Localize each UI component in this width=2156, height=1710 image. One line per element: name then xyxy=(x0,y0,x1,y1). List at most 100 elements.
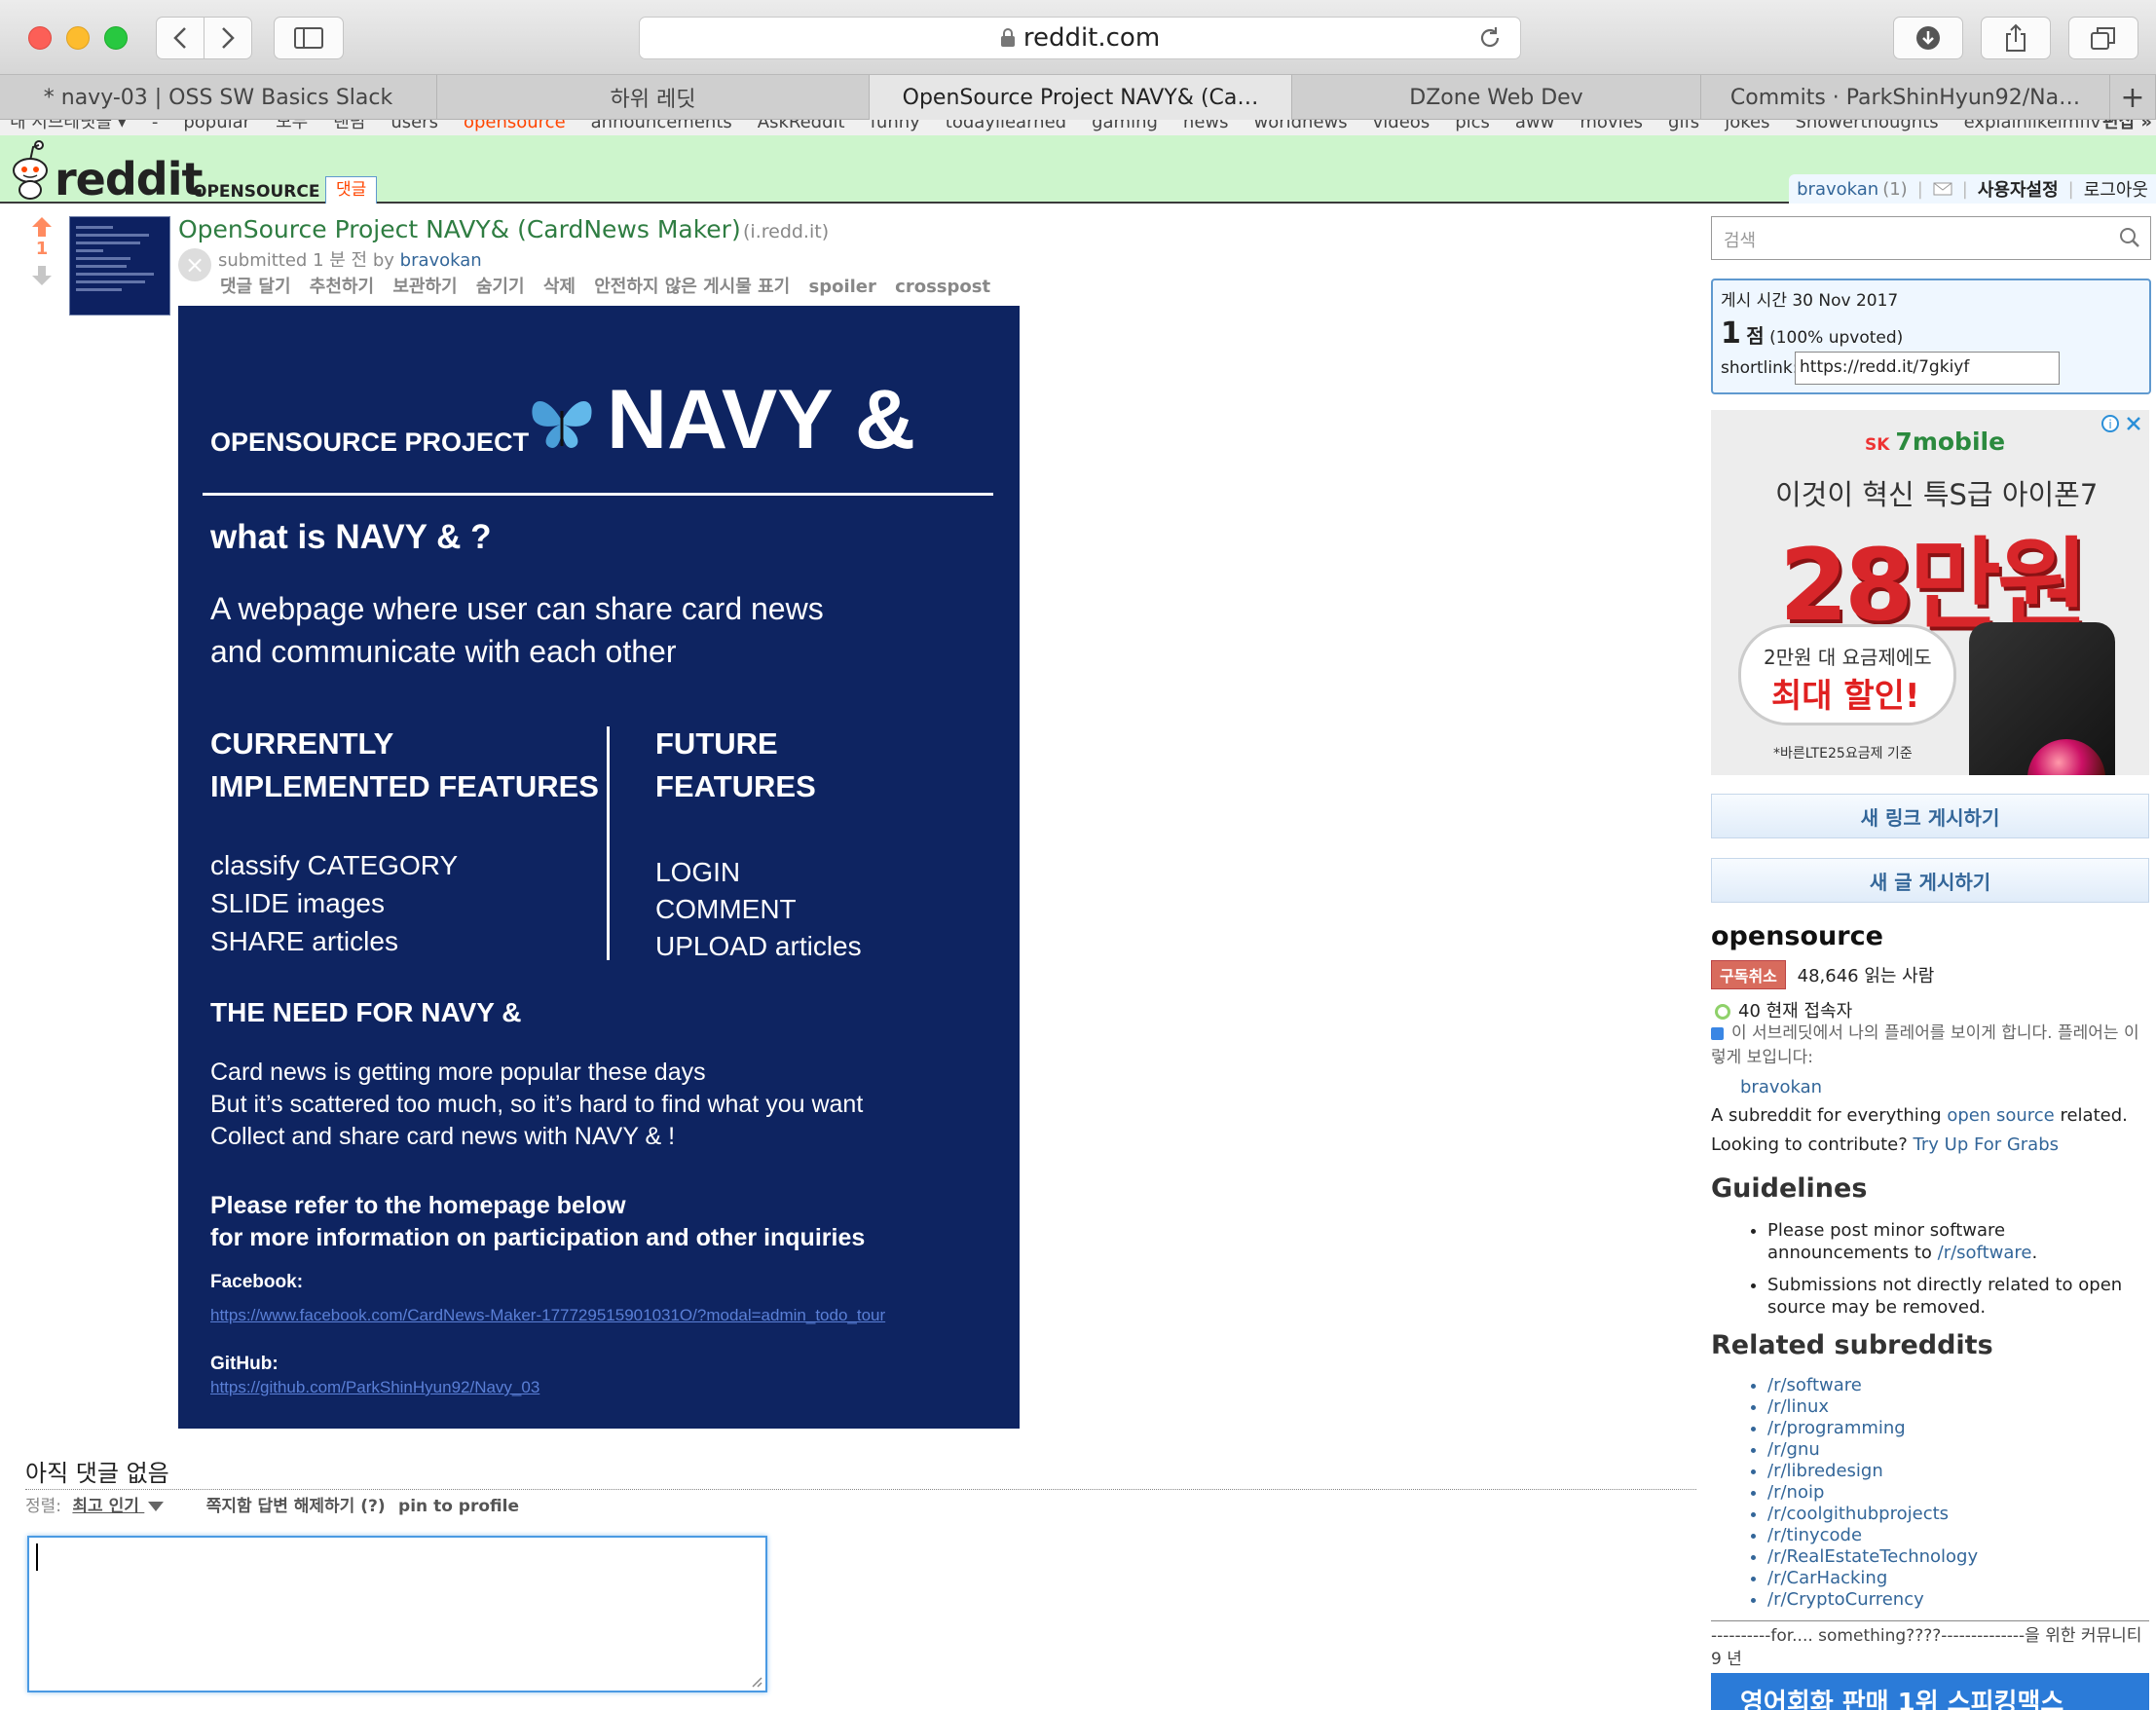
browser-tab-active[interactable]: OpenSource Project NAVY& (Ca… xyxy=(870,75,1292,120)
submit-link-button[interactable]: 새 링크 게시하기 xyxy=(1711,794,2149,838)
sr-bar-item[interactable]: 내 서브레딧들 ▾ xyxy=(10,120,127,132)
related-subreddit-link[interactable]: /r/linux xyxy=(1767,1396,1978,1418)
sr-bar-item[interactable]: pics xyxy=(1455,120,1490,132)
sr-bar-item[interactable]: 랜덤 xyxy=(333,120,365,132)
subscription-row: 구독취소 48,646 읽는 사람 40 현재 접속자 xyxy=(1711,960,1934,1022)
subreddit-name[interactable]: OPENSOURCE xyxy=(193,182,319,202)
software-link[interactable]: /r/software xyxy=(1938,1243,2032,1263)
snoo-icon[interactable] xyxy=(8,139,53,200)
flair-checkbox[interactable] xyxy=(1711,1026,1724,1040)
sr-bar-item[interactable]: videos xyxy=(1373,120,1431,132)
username-link[interactable]: bravokan xyxy=(1797,179,1878,200)
submit-text-button[interactable]: 새 글 게시하기 xyxy=(1711,858,2149,903)
reload-icon[interactable] xyxy=(1477,25,1503,51)
sr-bar-item[interactable]: news xyxy=(1183,120,1229,132)
sr-bar-item[interactable]: gaming xyxy=(1092,120,1158,132)
flair-username[interactable]: bravokan xyxy=(1740,1077,1822,1097)
search-input[interactable]: 검색 xyxy=(1711,216,2151,260)
post-title[interactable]: OpenSource Project NAVY& (CardNews Maker… xyxy=(178,215,741,243)
upvote-button[interactable] xyxy=(31,216,53,238)
sort-dropdown[interactable]: 최고 인기 xyxy=(72,1497,144,1516)
logout-link[interactable]: 로그아웃 xyxy=(2084,176,2148,202)
sr-bar-item[interactable]: aww xyxy=(1515,120,1554,132)
related-subreddit-link[interactable]: /r/CarHacking xyxy=(1767,1568,1978,1589)
downvote-button[interactable] xyxy=(31,265,53,286)
disable-replies-link[interactable]: 쪽지함 답변 해제하기 (?) xyxy=(206,1497,386,1516)
nsfw-action[interactable]: 안전하지 않은 게시물 표기 xyxy=(594,277,790,297)
related-subreddit-link[interactable]: /r/software xyxy=(1767,1375,1978,1396)
post-thumbnail[interactable] xyxy=(69,216,170,316)
browser-tab[interactable]: * navy-03 | OSS SW Basics Slack xyxy=(0,75,437,120)
preferences-link[interactable]: 사용자설정 xyxy=(1978,176,2059,202)
tab-overview-button[interactable] xyxy=(2068,17,2138,59)
browser-tab[interactable]: 하위 레딧 xyxy=(437,75,870,120)
ad-info-icon[interactable]: i xyxy=(2100,414,2120,433)
comment-action[interactable]: 댓글 달기 xyxy=(220,277,291,297)
related-subreddit-link[interactable]: /r/gnu xyxy=(1767,1439,1978,1461)
advertisement-2[interactable]: 영어회화 판매 1위 스피킹맥스 xyxy=(1711,1673,2149,1710)
related-subreddit-link[interactable]: /r/CryptoCurrency xyxy=(1767,1589,1978,1611)
minimize-window-button[interactable] xyxy=(66,26,90,50)
reddit-logo[interactable]: reddit xyxy=(55,153,203,205)
related-subreddit-link[interactable]: /r/noip xyxy=(1767,1482,1978,1504)
comment-textarea[interactable] xyxy=(27,1536,767,1692)
browser-tab[interactable]: DZone Web Dev xyxy=(1292,75,1701,120)
sr-bar-edit[interactable]: 편집 » xyxy=(2102,120,2152,131)
chevron-down-icon[interactable] xyxy=(148,1502,165,1511)
back-button[interactable] xyxy=(156,17,204,59)
guidelines-list: Please post minor software announcements… xyxy=(1740,1219,2149,1328)
browser-tab[interactable]: Commits · ParkShinHyun92/Na… xyxy=(1701,75,2110,120)
ad-close-icon[interactable] xyxy=(2124,414,2143,433)
sr-bar-item[interactable]: gifs xyxy=(1668,120,1699,132)
sr-bar-item[interactable]: AskReddit xyxy=(758,120,845,132)
open-source-link[interactable]: open source xyxy=(1947,1105,2054,1126)
delete-action[interactable]: 삭제 xyxy=(543,277,576,297)
forward-button[interactable] xyxy=(204,17,252,59)
tab-comments[interactable]: 댓글 xyxy=(325,176,378,204)
hide-action[interactable]: 숨기기 xyxy=(476,277,525,297)
sr-bar-item[interactable]: worldnews xyxy=(1254,120,1348,132)
pin-to-profile-link[interactable]: pin to profile xyxy=(398,1497,519,1516)
sr-bar-item[interactable]: jokes xyxy=(1725,120,1769,132)
new-tab-button[interactable]: + xyxy=(2110,75,2156,120)
related-subreddit-link[interactable]: /r/libredesign xyxy=(1767,1461,1978,1482)
desc-text: Looking to contribute? xyxy=(1711,1134,1914,1155)
author-link[interactable]: bravokan xyxy=(400,250,482,271)
shortlink-field[interactable]: https://redd.it/7gkiyf xyxy=(1795,352,2060,385)
zoom-window-button[interactable] xyxy=(104,26,128,50)
unsubscribe-button[interactable]: 구독취소 xyxy=(1711,960,1786,989)
address-bar[interactable]: reddit.com xyxy=(639,17,1521,59)
sr-bar-item[interactable]: Showerthoughts xyxy=(1795,120,1938,132)
close-window-button[interactable] xyxy=(28,26,52,50)
post-image[interactable]: OPENSOURCE PROJECT NAVY & what is NAVY &… xyxy=(178,306,1020,1429)
resize-handle-icon[interactable] xyxy=(751,1676,762,1688)
sr-bar-item-selected[interactable]: opensource xyxy=(464,120,566,132)
sr-bar-item[interactable]: explainlikeimfiv xyxy=(1964,120,2101,132)
mail-icon[interactable] xyxy=(1933,182,1952,196)
recommend-action[interactable]: 추천하기 xyxy=(310,277,374,297)
sr-bar-item[interactable]: 모두 xyxy=(276,120,308,132)
related-subreddit-link[interactable]: /r/RealEstateTechnology xyxy=(1767,1546,1978,1568)
related-subreddit-link[interactable]: /r/coolgithubprojects xyxy=(1767,1504,1978,1525)
advertisement[interactable]: i SK 7mobile 이것이 혁신 특S급 아이폰7 28만원 2만원 대 요… xyxy=(1711,410,2149,775)
sidebar-toggle-button[interactable] xyxy=(274,17,344,59)
related-subreddit-link[interactable]: /r/programming xyxy=(1767,1418,1978,1439)
share-button[interactable] xyxy=(1981,17,2051,59)
close-icon[interactable]: × xyxy=(178,248,211,281)
save-action[interactable]: 보관하기 xyxy=(392,277,457,297)
downloads-button[interactable] xyxy=(1893,17,1963,59)
up-for-grabs-link[interactable]: Try Up For Grabs xyxy=(1914,1134,2059,1155)
sr-bar-item[interactable]: todayilearned xyxy=(946,120,1066,132)
sr-bar-item[interactable]: popular xyxy=(183,120,250,132)
sr-bar-item[interactable]: users xyxy=(390,120,438,132)
sr-bar-item[interactable]: funny xyxy=(871,120,920,132)
sidebar-subreddit-title[interactable]: opensource xyxy=(1711,921,1883,951)
spoiler-action[interactable]: spoiler xyxy=(808,277,875,297)
sr-bar-item[interactable]: announcements xyxy=(591,120,732,132)
crosspost-action[interactable]: crosspost xyxy=(895,277,990,297)
post-domain[interactable]: (i.redd.it) xyxy=(743,221,829,242)
sr-bar-item[interactable]: movies xyxy=(1580,120,1643,132)
github-link: https://github.com/ParkShinHyun92/Navy_0… xyxy=(210,1378,540,1396)
search-icon[interactable] xyxy=(2119,227,2140,248)
related-subreddit-link[interactable]: /r/tinycode xyxy=(1767,1525,1978,1546)
